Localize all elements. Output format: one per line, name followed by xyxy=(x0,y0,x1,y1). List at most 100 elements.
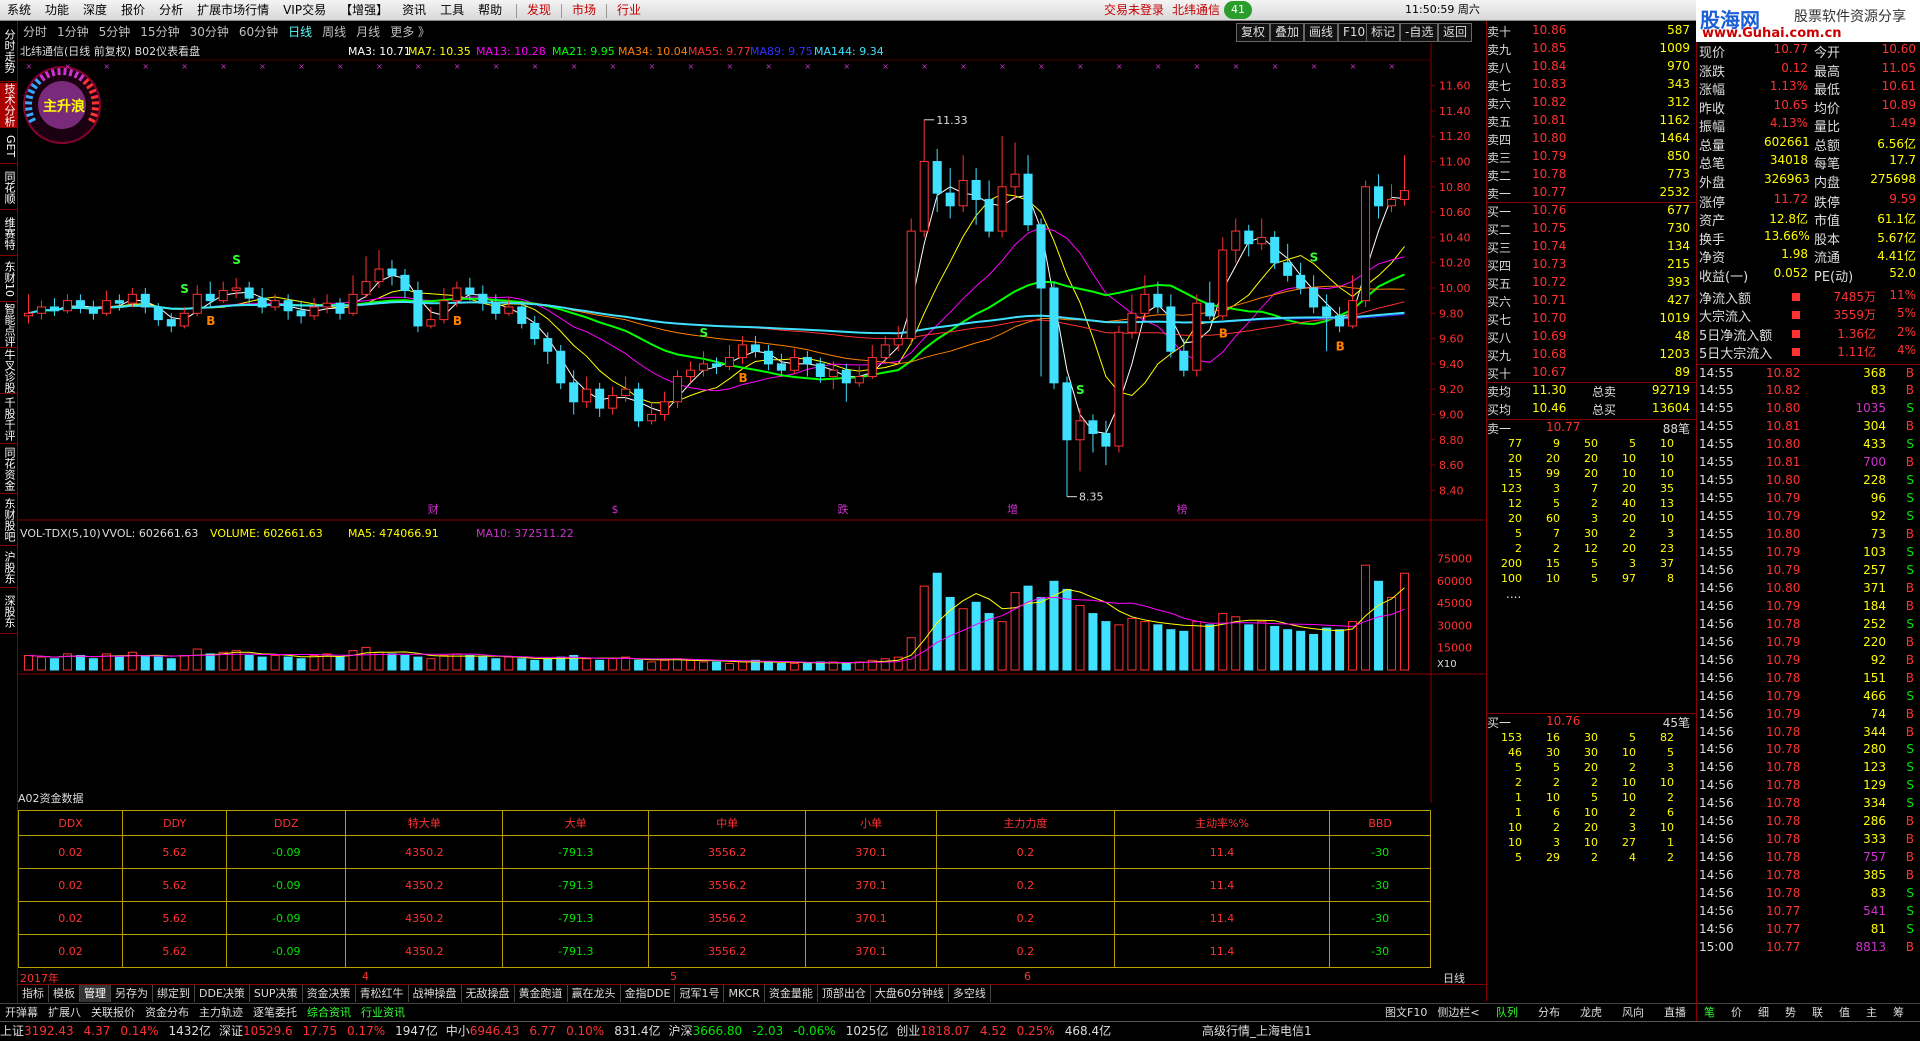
indicator-tab[interactable]: 赢在龙头 xyxy=(568,985,621,1002)
capital-cell: 370.1 xyxy=(806,902,937,935)
toolbar2-item[interactable]: 扩展八 xyxy=(43,1004,86,1021)
period-tab[interactable]: 5分钟 xyxy=(94,21,136,43)
chart-toolbar-button[interactable]: 复权 xyxy=(1236,23,1270,42)
server-status[interactable]: 高级行情_上海电信1 xyxy=(1202,1022,1312,1041)
toolbar2-item[interactable]: 逐笔委托 xyxy=(248,1004,302,1021)
toolbar2-item[interactable]: 主力轨迹 xyxy=(194,1004,248,1021)
toolbar2-item[interactable]: 开弹幕 xyxy=(0,1004,43,1021)
menu-item[interactable]: 深度 xyxy=(76,0,114,20)
indicator-tab[interactable]: 多空线 xyxy=(949,985,991,1002)
menu-item[interactable]: 工具 xyxy=(433,0,471,20)
toolbar2-item[interactable]: 行业资讯 xyxy=(356,1004,410,1021)
tick-price: 10.79 xyxy=(1766,563,1800,577)
capital-cell: -791.3 xyxy=(503,935,649,968)
period-tab[interactable]: 日线 xyxy=(283,21,317,43)
left-tab[interactable]: 技术分析 xyxy=(0,83,17,128)
index-quote[interactable]: 中小6946.436.770.10%831.4亿 xyxy=(446,1022,661,1041)
menu-item[interactable]: 功能 xyxy=(38,0,76,20)
index-value: 10529.6 xyxy=(243,1024,293,1038)
menu-item[interactable]: 【增强】 xyxy=(333,0,395,20)
indicator-tab[interactable]: SUP决策 xyxy=(250,985,303,1002)
indicator-tab[interactable]: 另存为 xyxy=(111,985,153,1002)
queue-row: 1531630582 xyxy=(1486,731,1696,746)
stat-label: 涨跌 xyxy=(1699,61,1725,80)
left-tab[interactable]: 沪股东 xyxy=(0,547,17,588)
menu-item[interactable]: 扩展市场行情 xyxy=(190,0,276,20)
chart-toolbar-button[interactable]: -自选 xyxy=(1400,23,1438,42)
indicator-tab[interactable]: 资金决策 xyxy=(303,985,356,1002)
tick-row: 14:5610.78333B xyxy=(1696,832,1920,850)
index-quote[interactable]: 沪深3666.80-2.03-0.06%1025亿 xyxy=(669,1022,889,1041)
ask-row-cell: 10.78 xyxy=(1532,167,1566,181)
indicator-tab[interactable]: 战神操盘 xyxy=(409,985,462,1002)
menu-item-red[interactable]: 市场 xyxy=(565,0,603,20)
left-tab[interactable]: 分时走势 xyxy=(0,21,17,82)
period-tab[interactable]: 30分钟 xyxy=(185,21,234,43)
index-quote[interactable]: 上证3192.434.370.14%1432亿 xyxy=(0,1022,211,1041)
left-tab[interactable]: 东财股吧 xyxy=(0,495,17,546)
indicator-tab[interactable]: 大盘60分钟线 xyxy=(871,985,949,1002)
chart-toolbar-button[interactable]: 标记 xyxy=(1366,23,1400,42)
indicator-tab[interactable]: 青松红牛 xyxy=(356,985,409,1002)
ask-row: 卖三10.79850 xyxy=(1486,149,1696,165)
indicator-tab[interactable]: 黄金跑道 xyxy=(515,985,568,1002)
index-quote[interactable]: 创业1818.074.520.25%468.4亿 xyxy=(896,1022,1111,1041)
left-tab[interactable]: 东财10 xyxy=(0,257,17,302)
notification-badge[interactable]: 41 xyxy=(1224,1,1252,19)
indicator-tab[interactable]: 无敌操盘 xyxy=(462,985,515,1002)
index-quote[interactable]: 深证10529.617.750.17%1947亿 xyxy=(219,1022,438,1041)
indicator-tab[interactable]: 金指DDE xyxy=(621,985,676,1002)
stat-label: 外盘 xyxy=(1699,172,1725,191)
menu-item[interactable]: 帮助 xyxy=(471,0,509,20)
period-tab[interactable]: 更多 》 xyxy=(385,21,435,43)
trade-status[interactable]: 交易未登录 xyxy=(1104,0,1164,20)
period-tab[interactable]: 15分钟 xyxy=(135,21,184,43)
toolbar2-right-item[interactable]: 侧边栏< xyxy=(1432,1004,1484,1021)
left-tab[interactable]: 千股千评 xyxy=(0,395,17,444)
period-tab[interactable]: 60分钟 xyxy=(234,21,283,43)
period-tab[interactable]: 1分钟 xyxy=(52,21,94,43)
toolbar2-item[interactable]: 综合资讯 xyxy=(302,1004,356,1021)
chart-toolbar-button[interactable]: 返回 xyxy=(1438,23,1472,42)
left-tab[interactable]: 牛叉诊股 xyxy=(0,349,17,394)
chart-toolbar-button[interactable]: 叠加 xyxy=(1270,23,1304,42)
queue-more[interactable]: .... xyxy=(1506,587,1521,601)
date-label: 6 xyxy=(1024,970,1031,983)
indicator-tab[interactable]: MKCR xyxy=(724,985,764,1002)
indicator-tab[interactable]: DDE决策 xyxy=(195,985,250,1002)
indicator-tab[interactable]: 模板 xyxy=(49,985,80,1002)
left-tab[interactable]: 深股东 xyxy=(0,589,17,634)
indicator-tab[interactable]: 资金量能 xyxy=(765,985,818,1002)
period-tab[interactable]: 周线 xyxy=(317,21,351,43)
menu-item[interactable]: 资讯 xyxy=(395,0,433,20)
menu-item[interactable]: 分析 xyxy=(152,0,190,20)
left-tab[interactable]: GET xyxy=(0,129,17,164)
menu-item-red[interactable]: 发现 xyxy=(520,0,558,20)
toolbar2-right-item[interactable]: 图文F10 xyxy=(1380,1004,1432,1021)
volume-bar xyxy=(1362,565,1370,670)
queue-cell: 153 xyxy=(1488,731,1522,744)
indicator-tab[interactable]: 冠军1号 xyxy=(675,985,724,1002)
indicator-tab[interactable]: 顶部出仓 xyxy=(818,985,871,1002)
indicator-tab[interactable]: 管理 xyxy=(80,985,111,1002)
tick-side: S xyxy=(1906,509,1914,523)
left-tab[interactable]: 智能点评 xyxy=(0,303,17,348)
left-tab[interactable]: 同花顺 xyxy=(0,165,17,210)
left-tab[interactable]: 同花资金 xyxy=(0,445,17,494)
signal-mark: × xyxy=(259,62,266,71)
left-tab[interactable]: 维赛特 xyxy=(0,211,17,256)
menu-item[interactable]: 报价 xyxy=(114,0,152,20)
top-stock-name: 北纬通信 xyxy=(1172,0,1220,20)
volume-bar xyxy=(180,655,188,670)
indicator-tab[interactable]: 指标 xyxy=(18,985,49,1002)
period-tab[interactable]: 月线 xyxy=(351,21,385,43)
menu-item[interactable]: VIP交易 xyxy=(276,0,333,20)
indicator-tab[interactable]: 绑定到 xyxy=(153,985,195,1002)
chart-toolbar-button[interactable]: 画线 xyxy=(1304,23,1338,42)
toolbar2-item[interactable]: 资金分布 xyxy=(140,1004,194,1021)
toolbar2-item[interactable]: 关联报价 xyxy=(86,1004,140,1021)
menu-item[interactable]: 系统 xyxy=(0,0,38,20)
period-tab[interactable]: 分时 xyxy=(18,21,52,43)
menu-item-red[interactable]: 行业 xyxy=(610,0,648,20)
queue-cell: 10 xyxy=(1602,452,1636,465)
